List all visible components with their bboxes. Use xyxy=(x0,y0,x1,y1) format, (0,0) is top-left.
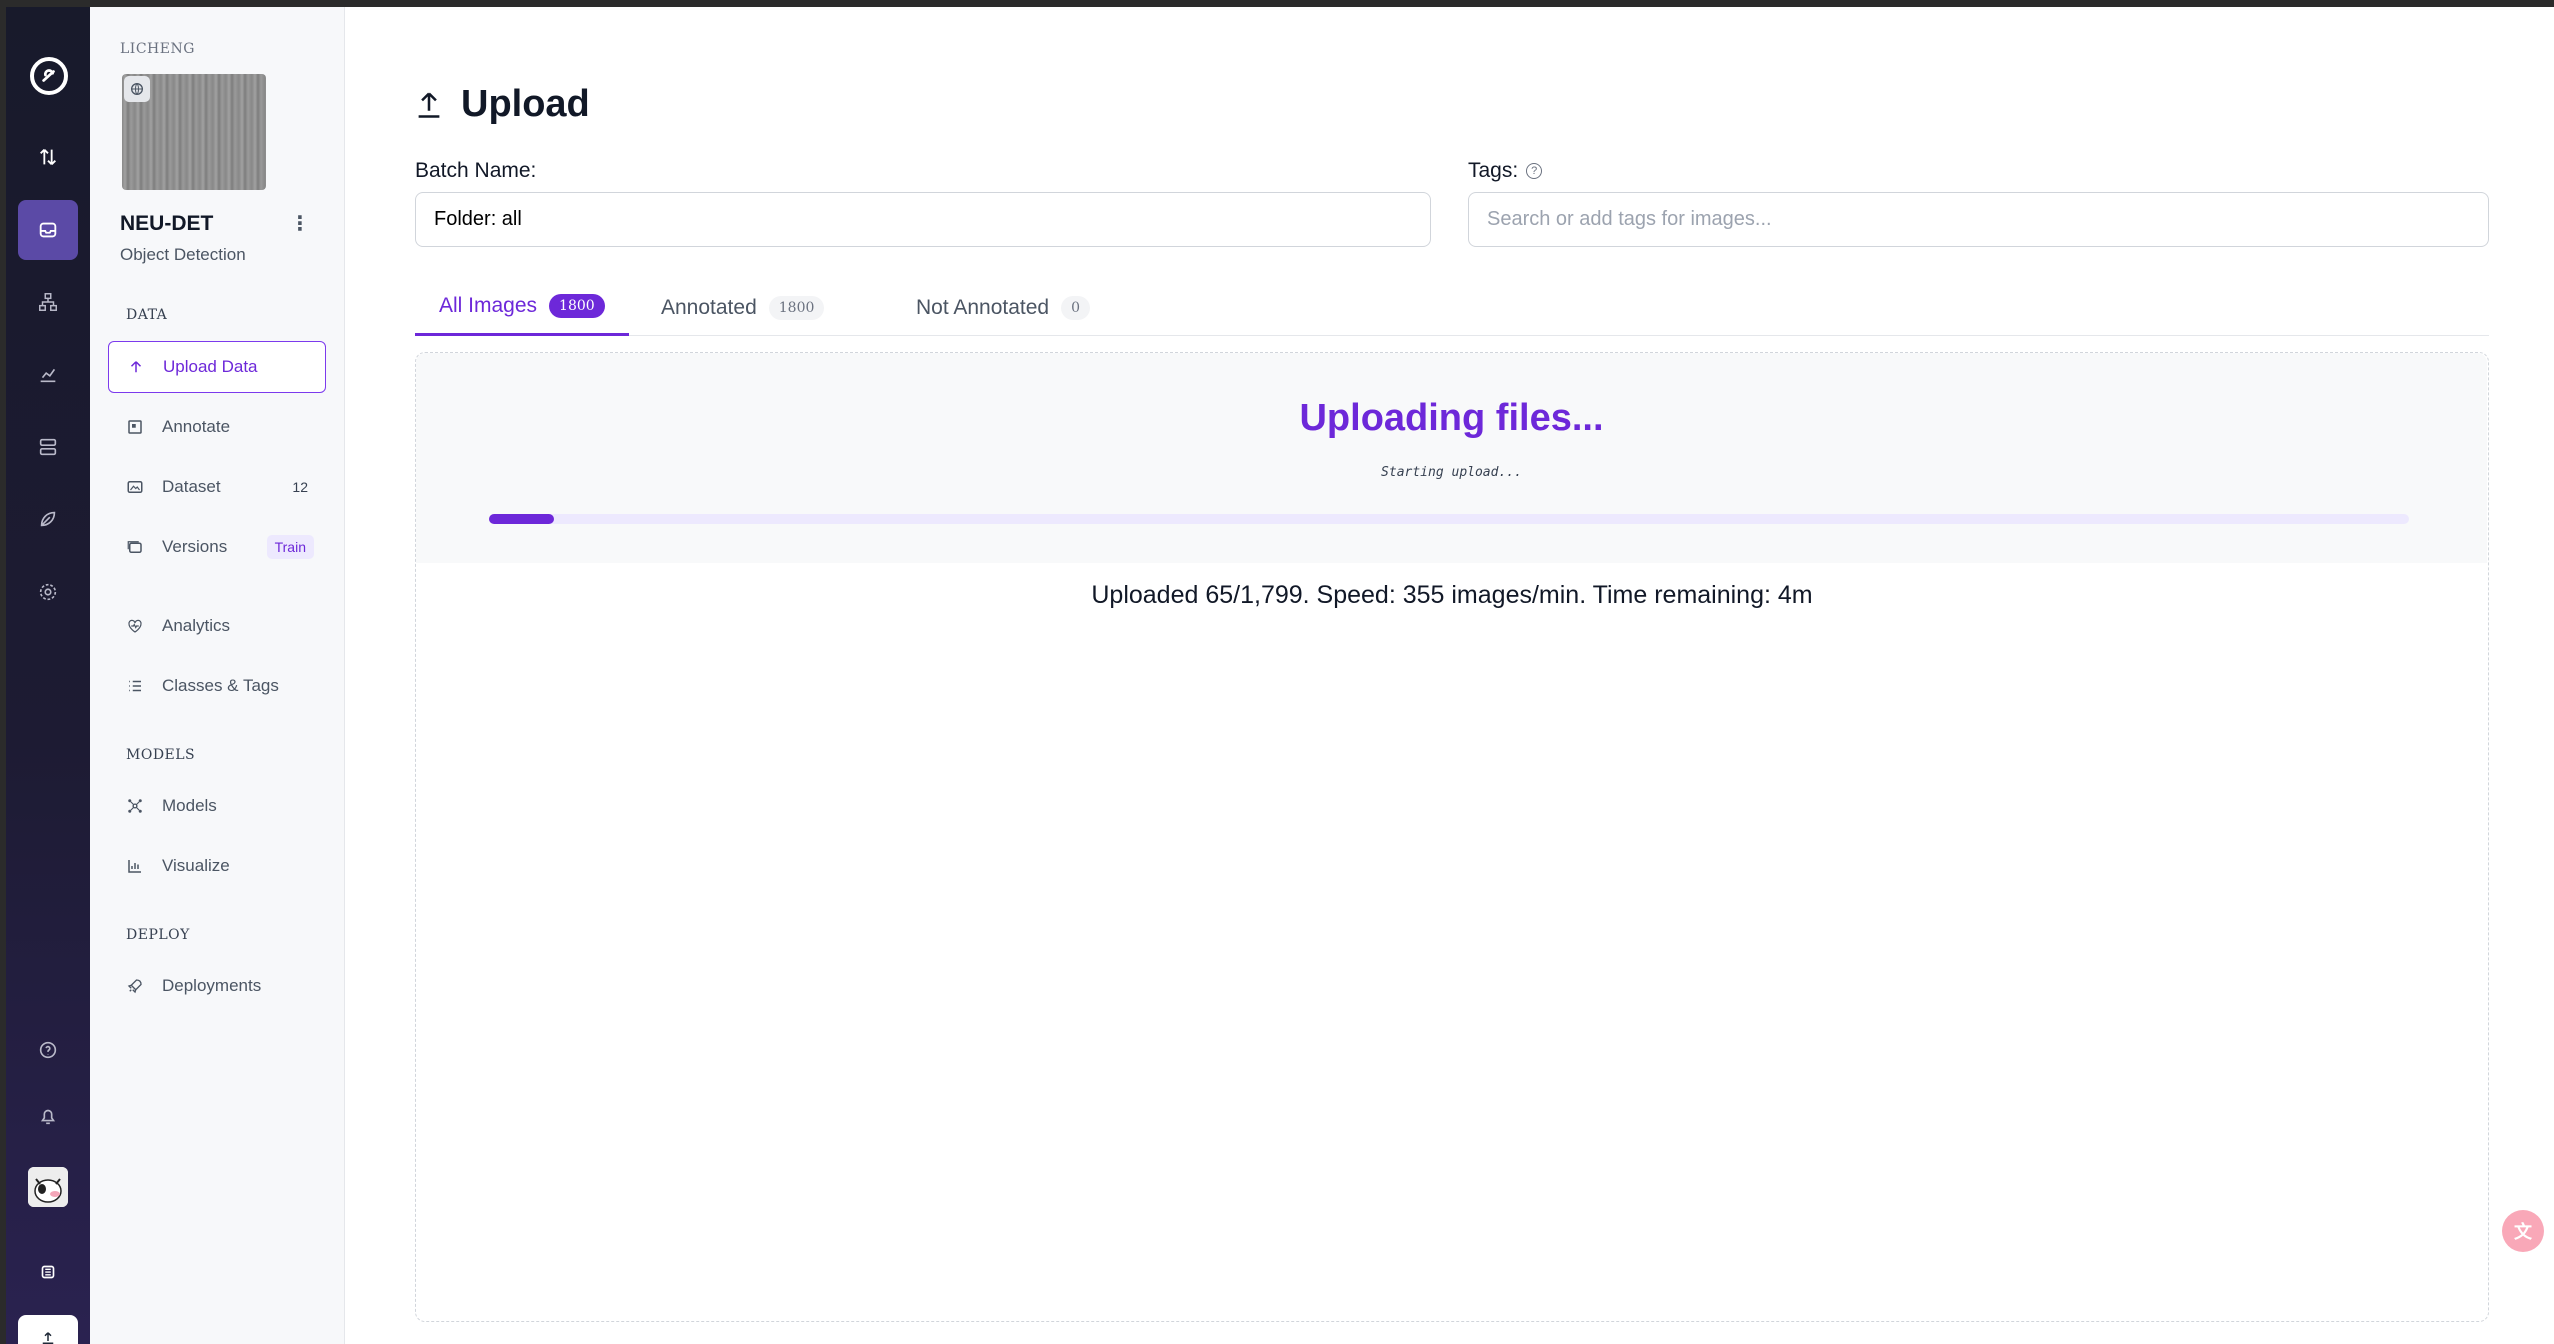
sidebar-item-label: Analytics xyxy=(162,616,231,635)
page-title: Upload xyxy=(415,83,590,126)
project-sidebar: LICHENG NEU-DET ⋮ Object Detection DATA … xyxy=(90,7,345,1344)
tab-label: Not Annotated xyxy=(916,295,1050,319)
tab-label: All Images xyxy=(439,294,538,317)
hierarchy-icon[interactable] xyxy=(18,272,78,332)
sidebar-item-dataset[interactable]: Dataset 12 xyxy=(108,461,326,513)
sidebar-item-label: Upload Data xyxy=(163,357,258,376)
sidebar-item-label: Dataset xyxy=(162,477,221,496)
section-heading-models: MODELS xyxy=(126,747,196,763)
chart-icon[interactable] xyxy=(18,344,78,404)
image-icon xyxy=(127,481,143,493)
sidebar-item-label: Deployments xyxy=(162,976,262,995)
sidebar-item-visualize[interactable]: Visualize xyxy=(108,840,326,892)
sidebar-item-label: Annotate xyxy=(162,417,231,436)
tags-label-text: Tags: xyxy=(1468,159,1519,182)
tab-all-images[interactable]: All Images 1800 xyxy=(415,279,629,336)
upload-status-title: Uploading files... xyxy=(1299,397,1604,439)
server-icon[interactable] xyxy=(18,417,78,477)
sidebar-item-label: Models xyxy=(162,796,217,815)
upload-progress-fill xyxy=(489,514,555,524)
sidebar-item-annotate[interactable]: Annotate xyxy=(108,401,326,453)
image-filter-tabs: All Images 1800 Annotated 1800 Not Annot… xyxy=(415,279,2489,336)
heart-pulse-icon xyxy=(128,619,142,633)
main-content: Upload Batch Name: Tags: ? All Images 18… xyxy=(345,7,2554,1344)
tags-search-input[interactable] xyxy=(1468,192,2489,247)
upload-icon[interactable] xyxy=(18,1315,78,1344)
swap-arrows-icon[interactable] xyxy=(18,127,78,187)
icon-rail xyxy=(6,7,90,1344)
tab-label: Annotated xyxy=(661,295,757,319)
sidebar-item-classes-tags[interactable]: Classes & Tags xyxy=(108,660,326,712)
upload-icon xyxy=(418,92,440,118)
upload-progress-bar xyxy=(489,514,2409,524)
upload-stats-text: Uploaded 65/1,799. Speed: 355 images/min… xyxy=(1091,581,1813,609)
sidebar-item-versions[interactable]: Versions Train xyxy=(108,521,326,573)
sidebar-item-label: Visualize xyxy=(162,856,230,875)
bell-icon[interactable] xyxy=(18,1086,78,1146)
gear-icon[interactable] xyxy=(18,562,78,622)
sidebar-item-upload-data[interactable]: Upload Data xyxy=(108,341,326,393)
window-top-border xyxy=(0,0,2554,7)
rocket-icon xyxy=(127,979,142,994)
logo-icon[interactable] xyxy=(30,57,68,95)
tab-not-annotated[interactable]: Not Annotated 0 xyxy=(892,279,1114,336)
tab-count-badge: 0 xyxy=(1061,295,1091,320)
arrow-up-icon xyxy=(130,361,142,373)
tab-annotated[interactable]: Annotated 1800 xyxy=(637,279,848,336)
avatar[interactable] xyxy=(28,1167,68,1207)
batch-name-label: Batch Name: xyxy=(415,159,537,182)
sidebar-item-models[interactable]: Models xyxy=(108,780,326,832)
network-icon xyxy=(128,799,142,813)
train-badge[interactable]: Train xyxy=(266,535,314,559)
section-heading-data: DATA xyxy=(126,307,168,323)
project-name: NEU-DET xyxy=(120,212,214,235)
sidebar-item-label: Versions xyxy=(162,537,228,556)
dataset-count: 12 xyxy=(292,479,308,495)
upload-status-subtitle: Starting upload... xyxy=(1381,465,1522,480)
sidebar-item-deployments[interactable]: Deployments xyxy=(108,960,326,1012)
inbox-icon[interactable] xyxy=(18,200,78,260)
kebab-menu-icon[interactable]: ⋮ xyxy=(290,210,310,236)
stack-icon[interactable] xyxy=(18,1242,78,1302)
page-title-text: Upload xyxy=(461,83,590,125)
upload-dropzone[interactable]: Uploading files... Starting upload... Up… xyxy=(415,352,2489,1322)
globe-icon xyxy=(124,76,150,102)
batch-name-input[interactable] xyxy=(415,192,1431,247)
section-heading-deploy: DEPLOY xyxy=(126,927,190,943)
workspace-name[interactable]: LICHENG xyxy=(120,41,195,57)
tags-label: Tags: ? xyxy=(1468,159,1543,183)
annotate-icon xyxy=(128,420,142,434)
upload-progress-panel: Uploading files... Starting upload... xyxy=(416,353,2487,563)
leaf-icon[interactable] xyxy=(18,489,78,549)
list-icon xyxy=(129,680,141,692)
help-icon[interactable]: ? xyxy=(1526,163,1543,179)
bar-chart-icon xyxy=(128,860,141,873)
project-type: Object Detection xyxy=(120,245,246,264)
versions-icon xyxy=(127,541,142,553)
help-icon[interactable] xyxy=(18,1020,78,1080)
tab-count-badge: 1800 xyxy=(768,295,825,320)
sidebar-item-label: Classes & Tags xyxy=(162,676,279,695)
sidebar-item-analytics[interactable]: Analytics xyxy=(108,600,326,652)
tab-count-badge: 1800 xyxy=(549,294,605,318)
translate-icon[interactable]: 文 xyxy=(2502,1210,2544,1252)
